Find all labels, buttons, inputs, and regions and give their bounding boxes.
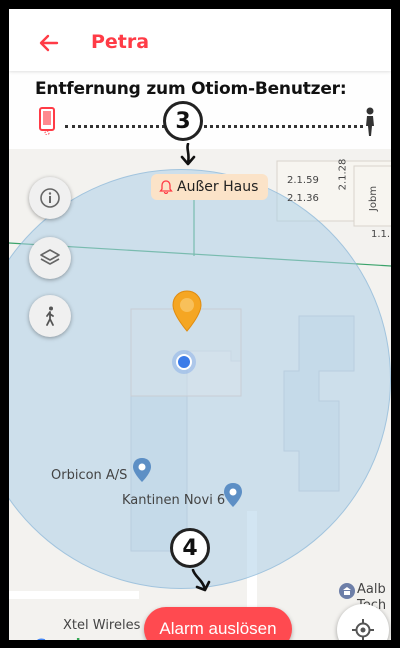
- layers-button[interactable]: [29, 237, 71, 279]
- step-marker-3: 3: [163, 101, 203, 141]
- trigger-alarm-button[interactable]: Alarm auslösen: [144, 607, 292, 640]
- university-icon[interactable]: [339, 583, 355, 599]
- room-label: 1.1.: [371, 229, 391, 240]
- back-arrow-icon[interactable]: [37, 31, 61, 55]
- page-title: Petra: [91, 31, 150, 53]
- poi-label-xtel: Xtel Wireles: [63, 618, 141, 633]
- room-label: 2.1.28: [337, 158, 349, 191]
- map-pin-icon[interactable]: [223, 482, 243, 508]
- crosshair-icon: [352, 619, 374, 640]
- info-icon: [40, 188, 60, 208]
- google-logo: Google: [35, 637, 91, 648]
- arrow-down-icon: [191, 569, 211, 592]
- app-header: Petra: [9, 9, 391, 71]
- poi-label-orbicon: Orbicon A/S: [51, 468, 128, 483]
- locate-me-button[interactable]: [337, 604, 389, 640]
- room-label: 2.1.59: [287, 175, 319, 186]
- info-button[interactable]: [29, 177, 71, 219]
- distance-line: [65, 125, 363, 128]
- phone-icon: [39, 107, 55, 135]
- app-frame: 2.1.59 2.1.28 2.1.36 Jobm 1.1. Orbicon A…: [0, 0, 400, 648]
- user-location-pin-icon[interactable]: [171, 289, 203, 333]
- layers-icon: [40, 249, 60, 265]
- walking-mode-button[interactable]: [29, 295, 71, 337]
- map-pin-icon[interactable]: [132, 457, 152, 483]
- poi-label-kantinen: Kantinen Novi 6: [122, 493, 226, 508]
- distance-label: Entfernung zum Otiom-Benutzer:: [35, 79, 347, 99]
- poi-label-aalb: Aalb: [357, 582, 386, 597]
- walking-person-icon: [366, 107, 374, 136]
- step-marker-4: 4: [170, 528, 210, 568]
- my-location-dot-icon: [172, 350, 196, 374]
- status-badge: Außer Haus: [151, 174, 269, 200]
- status-text: Außer Haus: [177, 179, 259, 195]
- walking-icon: [46, 306, 54, 326]
- room-label: 2.1.36: [287, 193, 319, 204]
- bell-icon: [159, 180, 173, 194]
- arrow-down-icon: [180, 143, 196, 166]
- room-label: Jobm: [368, 185, 380, 212]
